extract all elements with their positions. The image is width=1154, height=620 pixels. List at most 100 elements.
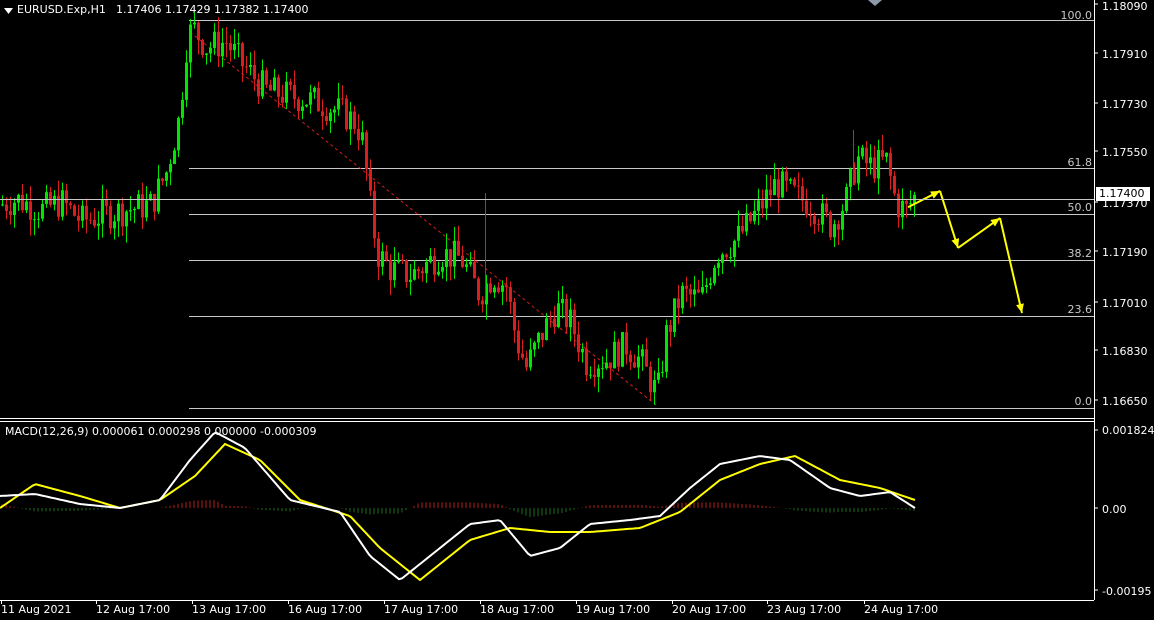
- candle-body: [377, 238, 380, 267]
- candle-body: [713, 267, 716, 284]
- candle-body: [285, 81, 288, 103]
- candle-body: [229, 43, 232, 51]
- candle-body: [729, 257, 732, 259]
- candle-body: [913, 194, 916, 204]
- candle-body: [413, 269, 416, 280]
- candle-body: [533, 342, 536, 350]
- fib-level-label: 38.2: [1067, 247, 1093, 260]
- candle-body: [433, 256, 436, 275]
- candle-body: [653, 379, 656, 393]
- macd-axis-label: 0.001824: [1102, 424, 1154, 437]
- candle-body: [265, 70, 268, 85]
- current-price-tag: 1.17400: [1096, 187, 1150, 201]
- candle-body: [393, 262, 396, 281]
- candle-body: [885, 152, 888, 157]
- candle-body: [257, 79, 260, 97]
- macd-indicator[interactable]: [0, 420, 1094, 600]
- candle-body: [133, 208, 136, 211]
- time-axis-label: 17 Aug 17:00: [384, 603, 459, 616]
- candle-body: [481, 300, 484, 305]
- candle-body: [289, 81, 292, 86]
- candle-body: [477, 278, 480, 301]
- candle-body: [781, 171, 784, 198]
- candle-body: [89, 219, 92, 221]
- candle-body: [145, 200, 148, 218]
- price-chart[interactable]: [0, 0, 1094, 418]
- candle-body: [189, 24, 192, 63]
- candle-body: [505, 285, 508, 288]
- candle-body: [193, 22, 196, 25]
- candle-body: [613, 341, 616, 369]
- candle-body: [677, 298, 680, 309]
- candle-body: [197, 22, 200, 41]
- candle-body: [609, 362, 612, 369]
- candle-body: [497, 287, 500, 292]
- candle-body: [657, 372, 660, 380]
- price-axis-label: 1.17910: [1102, 48, 1148, 61]
- candle-body: [281, 96, 284, 103]
- time-axis-label: 13 Aug 17:00: [192, 603, 267, 616]
- candle-body: [621, 332, 624, 367]
- candle-body: [305, 104, 308, 107]
- candle-body: [541, 332, 544, 340]
- time-axis-label: 11 Aug 2021: [1, 603, 72, 616]
- candle-body: [865, 147, 868, 164]
- candle-body: [489, 283, 492, 293]
- candle-body: [633, 362, 636, 368]
- projection-arrow: [999, 217, 1023, 314]
- candle-body: [889, 152, 892, 176]
- candle-body: [717, 262, 720, 268]
- candle-body: [909, 203, 912, 205]
- candle-body: [385, 251, 388, 261]
- candle-body: [881, 149, 884, 157]
- macd-axis-label: -0.00195: [1102, 585, 1152, 598]
- candle-body: [705, 285, 708, 288]
- price-axis-label: 1.16650: [1102, 395, 1148, 408]
- candle-body: [901, 200, 904, 218]
- candle-body: [157, 178, 160, 212]
- candle-body: [869, 157, 872, 164]
- candle-body: [353, 111, 356, 129]
- candle-body: [45, 192, 48, 204]
- candle-body: [77, 215, 80, 221]
- time-axis-label: 19 Aug 17:00: [576, 603, 651, 616]
- candle-body: [201, 40, 204, 55]
- candle-body: [153, 193, 156, 212]
- candle-body: [825, 203, 828, 213]
- time-axis-label: 16 Aug 17:00: [288, 603, 363, 616]
- candle-body: [69, 203, 72, 206]
- candle-body: [897, 193, 900, 218]
- candle-body: [549, 318, 552, 320]
- candle-body: [661, 371, 664, 373]
- candle-body: [473, 261, 476, 279]
- candle-body: [389, 260, 392, 281]
- candle-body: [49, 192, 52, 205]
- candle-body: [557, 303, 560, 327]
- candle-body: [537, 332, 540, 343]
- candle-body: [25, 201, 28, 211]
- candle-body: [105, 199, 108, 206]
- candle-body: [429, 256, 432, 262]
- candle-body: [805, 200, 808, 215]
- candle-body: [165, 172, 168, 181]
- candle-body: [369, 169, 372, 191]
- candle-body: [277, 77, 280, 97]
- candle-body: [365, 132, 368, 170]
- candle-body: [29, 201, 32, 220]
- candle-body: [589, 374, 592, 376]
- candle-body: [401, 259, 404, 261]
- candle-body: [777, 179, 780, 198]
- time-axis-label: 23 Aug 17:00: [767, 603, 842, 616]
- price-axis-label: 1.17550: [1102, 146, 1148, 159]
- macd-axis-label: 0.00: [1102, 503, 1127, 516]
- candle-body: [749, 212, 752, 222]
- candle-body: [425, 261, 428, 274]
- candle-body: [561, 298, 564, 304]
- candle-body: [73, 205, 76, 216]
- candle-body: [641, 349, 644, 357]
- candle-body: [745, 212, 748, 232]
- candle-body: [205, 53, 208, 55]
- candle-body: [457, 240, 460, 256]
- price-axis-label: 1.17730: [1102, 98, 1148, 111]
- candle-body: [221, 42, 224, 57]
